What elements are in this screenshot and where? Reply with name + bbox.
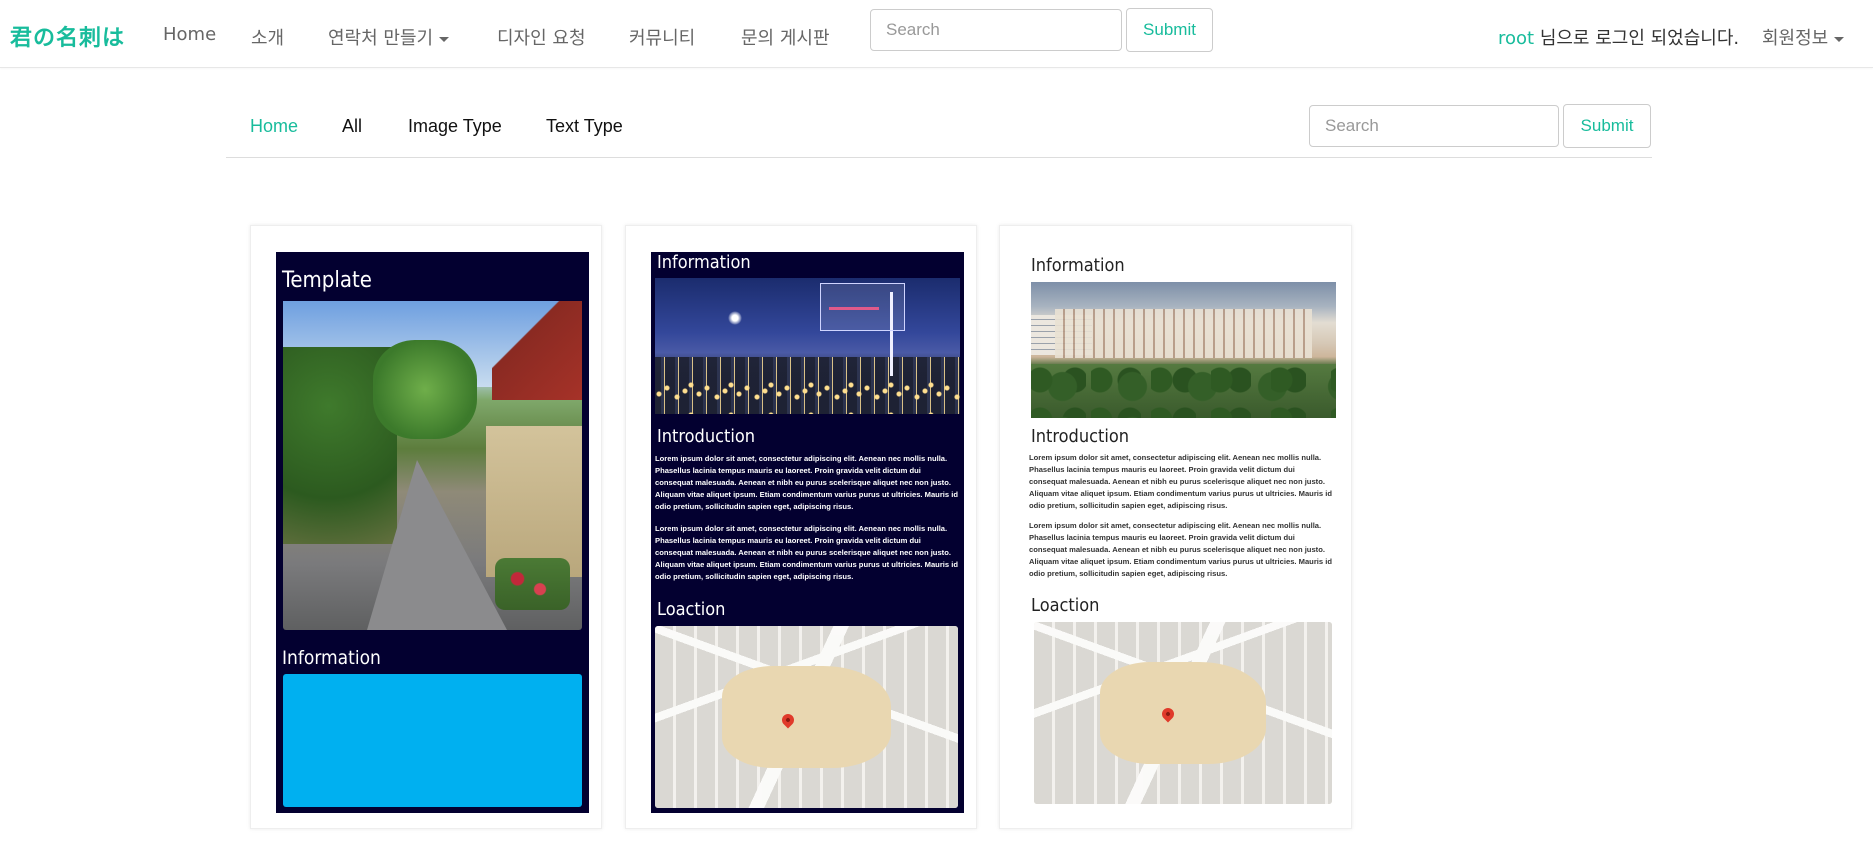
nav-item-make-contact-label: 연락처 만들기 [328, 28, 434, 49]
preview-heading-introduction: Introduction [1031, 426, 1130, 447]
nav-item-inquiry-board[interactable]: 문의 게시판 [741, 24, 830, 50]
preview-heading-location: Loaction [657, 599, 726, 620]
template-card-2[interactable]: Information Introduction Lorem ipsum dol… [625, 225, 977, 829]
intro-paragraph-2: Lorem ipsum dolor sit amet, consectetur … [655, 524, 958, 581]
intro-paragraph-2: Lorem ipsum dolor sit amet, consectetur … [1029, 521, 1332, 578]
location-map [655, 626, 958, 808]
filter-search-input[interactable] [1309, 105, 1559, 147]
nav-item-design-request[interactable]: 디자인 요청 [497, 24, 586, 50]
caret-down-icon [1834, 36, 1845, 42]
intro-paragraph-1: Lorem ipsum dolor sit amet, consectetur … [1029, 453, 1332, 510]
caret-down-icon [439, 36, 450, 42]
member-info-label: 회원정보 [1762, 28, 1829, 49]
navbar-search-input[interactable] [870, 9, 1122, 51]
template-card-3[interactable]: Information Introduction Lorem ipsum dol… [999, 225, 1352, 829]
login-status-text: 님으로 로그인 되었습니다. [1534, 28, 1740, 49]
preview-heading-template: Template [282, 268, 372, 293]
location-map [1034, 622, 1332, 804]
nav-item-about[interactable]: 소개 [251, 24, 284, 50]
tab-image-type[interactable]: Image Type [408, 116, 502, 137]
preview-heading-location: Loaction [1031, 595, 1100, 616]
night-city-photo [655, 278, 960, 414]
template-preview: Information Introduction Lorem ipsum dol… [1025, 252, 1336, 813]
navbar-submit-button[interactable]: Submit [1126, 8, 1213, 52]
top-navbar: 君の名刺は Home 소개 연락처 만들기 디자인 요청 커뮤니티 문의 게시판… [0, 0, 1873, 68]
template-card-1[interactable]: Template Information [250, 225, 602, 829]
campus-photo [1031, 282, 1336, 418]
intro-paragraph-1: Lorem ipsum dolor sit amet, consectetur … [655, 454, 958, 511]
filter-submit-button[interactable]: Submit [1563, 104, 1651, 148]
member-info-menu[interactable]: 회원정보 [1762, 24, 1845, 50]
nav-item-community[interactable]: 커뮤니티 [629, 24, 695, 50]
preview-heading-information: Information [282, 647, 381, 669]
preview-heading-information: Information [1031, 255, 1125, 276]
tab-all[interactable]: All [342, 116, 362, 137]
login-status: root 님으로 로그인 되었습니다. [1498, 24, 1739, 50]
preview-heading-information: Information [657, 252, 751, 273]
template-preview: Information Introduction Lorem ipsum dol… [651, 252, 964, 813]
login-username[interactable]: root [1498, 28, 1534, 49]
brand-logo[interactable]: 君の名刺は [10, 20, 125, 52]
alley-photo [283, 301, 582, 630]
nav-item-home[interactable]: Home [163, 24, 216, 45]
tab-text-type[interactable]: Text Type [546, 116, 623, 137]
template-preview: Template Information [276, 252, 589, 813]
preview-heading-introduction: Introduction [657, 426, 756, 447]
filter-tabs-bar: Home All Image Type Text Type Submit [226, 88, 1652, 158]
tab-home[interactable]: Home [250, 116, 298, 137]
nav-item-make-contact[interactable]: 연락처 만들기 [328, 24, 450, 50]
information-box [283, 674, 582, 807]
